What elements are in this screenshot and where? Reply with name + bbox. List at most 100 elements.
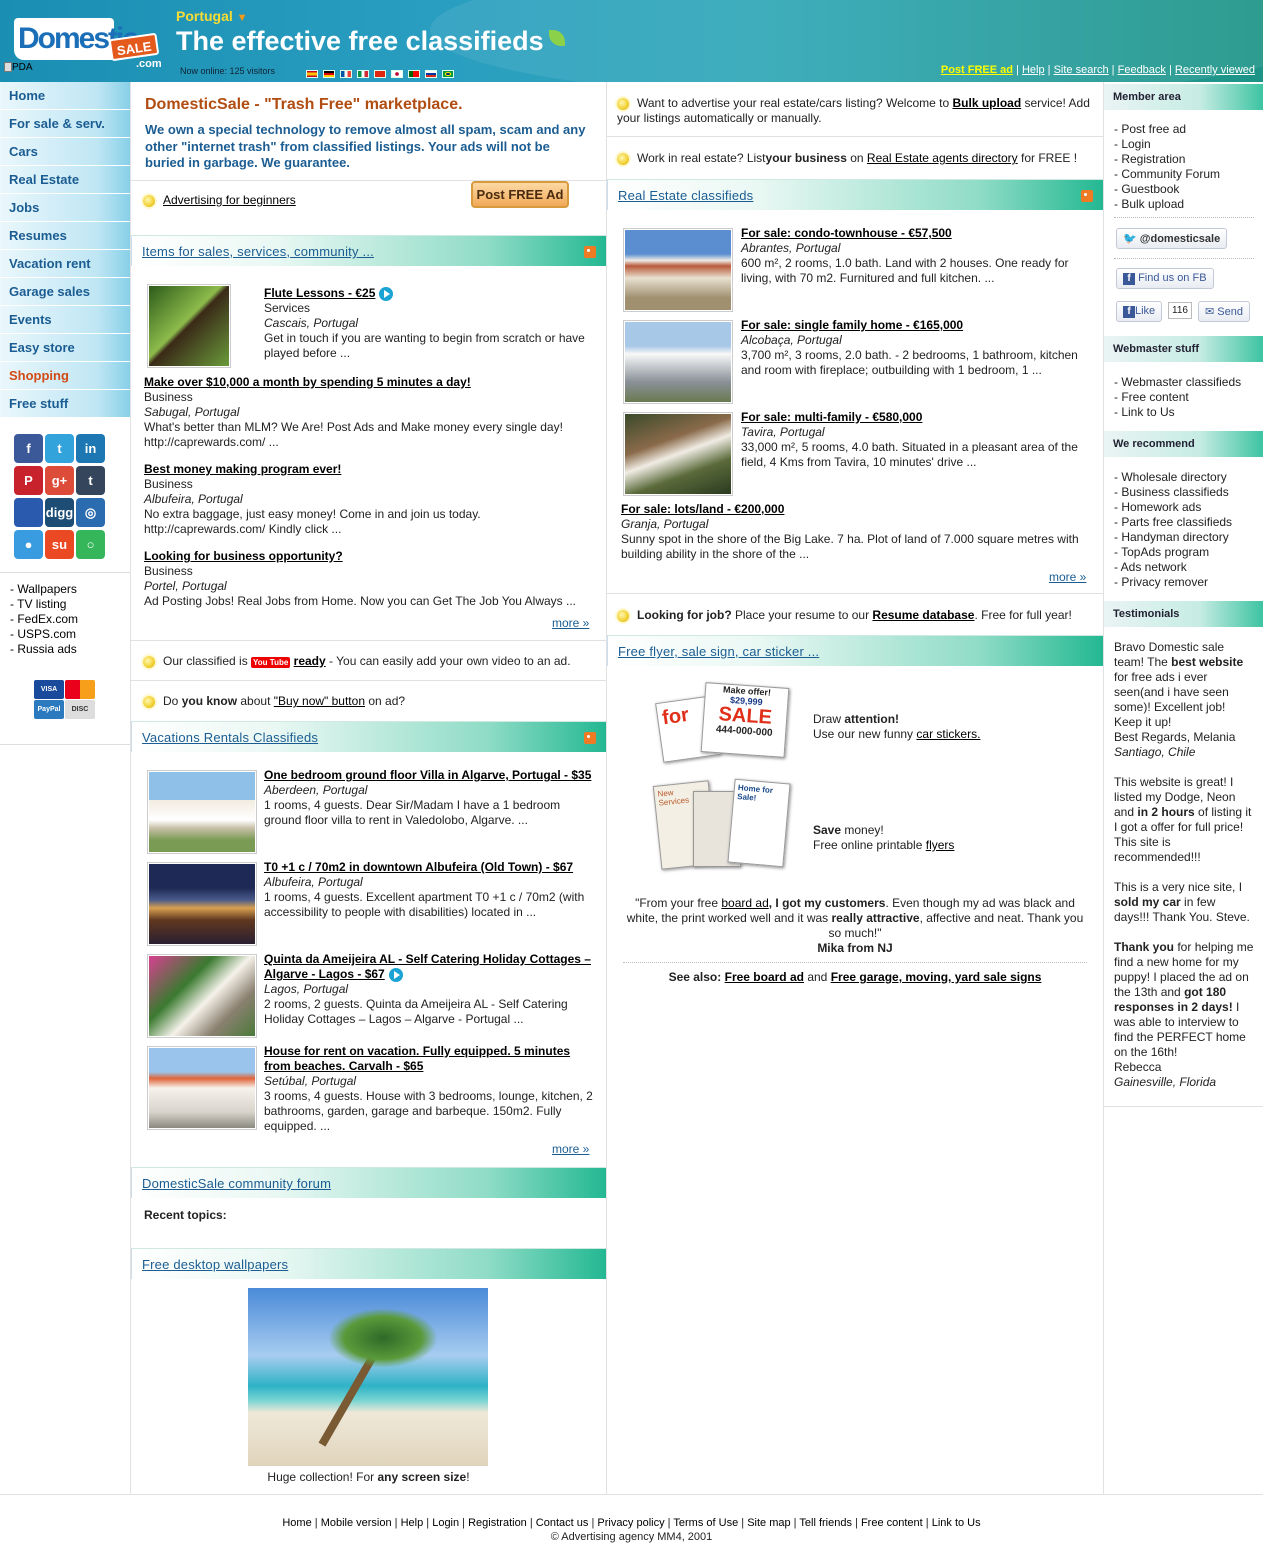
- item-title-link[interactable]: Flute Lessons - €25: [264, 286, 375, 300]
- newsvine-icon[interactable]: ◎: [76, 498, 105, 527]
- russia-ads-link[interactable]: - Russia ads: [10, 642, 78, 657]
- digg-icon[interactable]: digg: [45, 498, 74, 527]
- nav-shopping[interactable]: Shopping: [0, 362, 130, 390]
- item-title-link[interactable]: Make over $10,000 a month by spending 5 …: [144, 375, 471, 389]
- reddit-icon[interactable]: ●: [14, 530, 43, 559]
- site-search-link[interactable]: Site search: [1054, 64, 1109, 76]
- nav-home[interactable]: Home: [0, 82, 130, 110]
- find-us-fb-button[interactable]: f Find us on FB: [1116, 268, 1214, 289]
- privacy-remover-link[interactable]: - Privacy remover: [1114, 575, 1232, 590]
- nav-garage-sales[interactable]: Garage sales: [0, 278, 130, 306]
- footer-link[interactable]: Mobile version: [321, 1517, 392, 1529]
- bulk-upload-link[interactable]: Bulk upload: [952, 96, 1021, 110]
- realestate-thumbnail[interactable]: [623, 228, 733, 312]
- realestate-title-link[interactable]: For sale: single family home - €165,000: [741, 318, 963, 332]
- webmaster-classifieds-link[interactable]: - Webmaster classifieds: [1114, 375, 1241, 390]
- parts-classifieds-link[interactable]: - Parts free classifieds: [1114, 515, 1232, 530]
- nav-free-stuff[interactable]: Free stuff: [0, 390, 130, 418]
- tumblr-icon[interactable]: t: [76, 466, 105, 495]
- footer-link[interactable]: Help: [401, 1517, 424, 1529]
- footer-link[interactable]: Privacy policy: [597, 1517, 664, 1529]
- linkedin-icon[interactable]: in: [76, 434, 105, 463]
- realestate-title-link[interactable]: For sale: condo-townhouse - €57,500: [741, 226, 952, 240]
- wallpapers-link[interactable]: - Wallpapers: [10, 582, 78, 597]
- nav-vacation-rent[interactable]: Vacation rent: [0, 250, 130, 278]
- vacation-thumbnail[interactable]: [147, 1046, 257, 1130]
- footer-link[interactable]: Home: [282, 1517, 311, 1529]
- recently-viewed-link[interactable]: Recently viewed: [1175, 64, 1255, 76]
- vacation-title-link[interactable]: T0 +1 c / 70m2 in downtown Albufeira (Ol…: [264, 860, 573, 874]
- nav-for-sale[interactable]: For sale & serv.: [0, 110, 130, 138]
- flyers-image[interactable]: New Services Home for Sale!: [652, 777, 791, 873]
- agents-directory-link[interactable]: Real Estate agents directory: [867, 151, 1018, 165]
- wallpaper-image[interactable]: [248, 1288, 488, 1466]
- flyer-section-title[interactable]: Free flyer, sale sign, car sticker ...: [618, 644, 819, 659]
- free-board-ad-link[interactable]: Free board ad: [725, 970, 804, 984]
- community-forum-side-link[interactable]: - Community Forum: [1114, 167, 1220, 182]
- item-title-link[interactable]: Best money making program ever!: [144, 462, 341, 476]
- topads-program-link[interactable]: - TopAds program: [1114, 545, 1232, 560]
- item-thumbnail[interactable]: [147, 284, 231, 368]
- realestate-thumbnail[interactable]: [623, 320, 733, 404]
- nav-easy-store[interactable]: Easy store: [0, 334, 130, 362]
- fb-send-button[interactable]: ✉ Send: [1198, 301, 1250, 322]
- flag-japan-icon[interactable]: [391, 70, 403, 78]
- fedex-link[interactable]: - FedEx.com: [10, 612, 78, 627]
- tv-listing-link[interactable]: - TV listing: [10, 597, 78, 612]
- item-title-link[interactable]: Looking for business opportunity?: [144, 549, 343, 563]
- nav-resumes[interactable]: Resumes: [0, 222, 130, 250]
- flyers-link[interactable]: flyers: [926, 838, 955, 852]
- guestbook-side-link[interactable]: - Guestbook: [1114, 182, 1220, 197]
- footer-link[interactable]: Link to Us: [932, 1517, 981, 1529]
- country-selector[interactable]: Portugal ▼: [176, 8, 248, 24]
- help-link[interactable]: Help: [1022, 64, 1045, 76]
- flag-china-icon[interactable]: [374, 70, 386, 78]
- vacation-title-link[interactable]: One bedroom ground floor Villa in Algarv…: [264, 768, 591, 782]
- post-free-ad-button[interactable]: Post FREE Ad: [471, 181, 569, 208]
- nav-jobs[interactable]: Jobs: [0, 194, 130, 222]
- footer-link[interactable]: Login: [432, 1517, 459, 1529]
- realestate-thumbnail[interactable]: [623, 412, 733, 496]
- vacation-thumbnail[interactable]: [147, 954, 257, 1038]
- feedback-link[interactable]: Feedback: [1118, 64, 1166, 76]
- post-free-ad-link[interactable]: Post FREE ad: [941, 64, 1013, 76]
- video-play-icon[interactable]: [388, 967, 403, 982]
- resume-database-link[interactable]: Resume database: [872, 608, 974, 622]
- flag-portugal-icon[interactable]: [408, 70, 420, 78]
- chat-icon[interactable]: ○: [76, 530, 105, 559]
- footer-link[interactable]: Tell friends: [799, 1517, 852, 1529]
- stumbleupon-icon[interactable]: su: [45, 530, 74, 559]
- homework-ads-link[interactable]: - Homework ads: [1114, 500, 1232, 515]
- youtube-ready-link[interactable]: ready: [294, 654, 326, 668]
- footer-link[interactable]: Site map: [747, 1517, 790, 1529]
- vacation-thumbnail[interactable]: [147, 862, 257, 946]
- car-sticker-image[interactable]: for Make offer! $29,999 SALE 444-000-000: [655, 682, 791, 763]
- wholesale-directory-link[interactable]: - Wholesale directory: [1114, 470, 1232, 485]
- realestate-section-title[interactable]: Real Estate classifieds: [618, 188, 753, 203]
- video-play-icon[interactable]: [379, 286, 394, 301]
- vacation-thumbnail[interactable]: [147, 770, 257, 854]
- vacation-more-link[interactable]: more »: [552, 1142, 589, 1156]
- handyman-directory-link[interactable]: - Handyman directory: [1114, 530, 1232, 545]
- twitter-icon[interactable]: t: [45, 434, 74, 463]
- forum-section-title[interactable]: DomesticSale community forum: [142, 1176, 331, 1191]
- rss-icon[interactable]: [584, 732, 596, 744]
- nav-real-estate[interactable]: Real Estate: [0, 166, 130, 194]
- flag-germany-icon[interactable]: [323, 70, 335, 78]
- facebook-icon[interactable]: f: [14, 434, 43, 463]
- pinterest-icon[interactable]: P: [14, 466, 43, 495]
- items-more-link[interactable]: more »: [552, 616, 589, 630]
- rss-icon[interactable]: [584, 246, 596, 258]
- free-content-link[interactable]: - Free content: [1114, 390, 1241, 405]
- vacation-section-title[interactable]: Vacations Rentals Classifieds: [142, 730, 318, 745]
- footer-link[interactable]: Free content: [861, 1517, 923, 1529]
- footer-link[interactable]: Contact us: [536, 1517, 589, 1529]
- pda-link[interactable]: PDA: [4, 62, 33, 73]
- flag-brazil-icon[interactable]: [442, 70, 454, 78]
- rss-icon[interactable]: [1081, 190, 1093, 202]
- free-signs-link[interactable]: Free garage, moving, yard sale signs: [831, 970, 1042, 984]
- post-free-ad-side-link[interactable]: - Post free ad: [1114, 122, 1220, 137]
- fb-like-button[interactable]: f Like: [1116, 301, 1163, 322]
- usps-link[interactable]: - USPS.com: [10, 627, 78, 642]
- footer-link[interactable]: Registration: [468, 1517, 527, 1529]
